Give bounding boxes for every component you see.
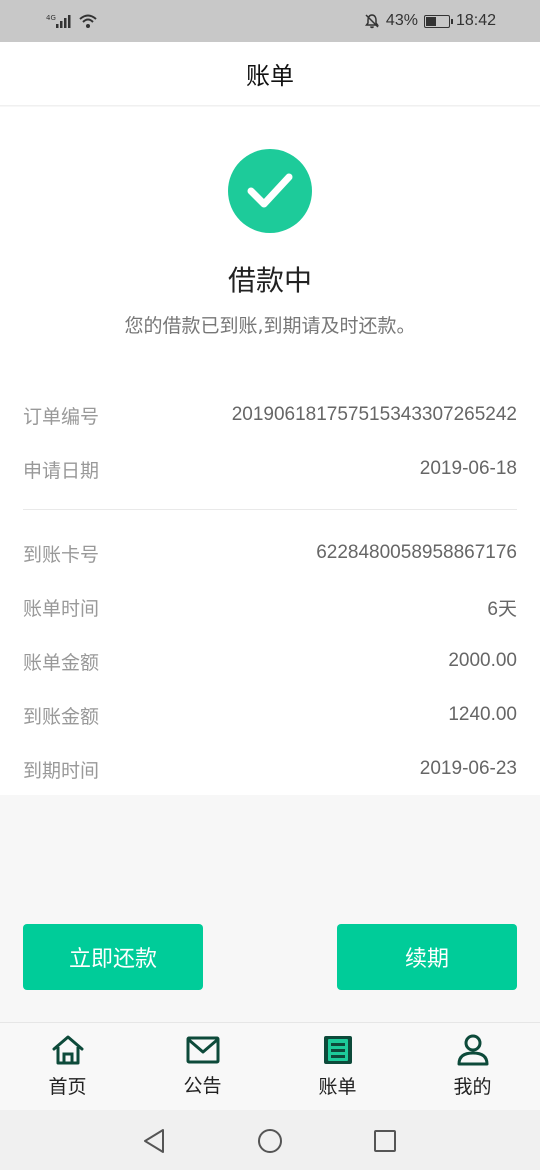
- nav-home-button[interactable]: [257, 1128, 283, 1154]
- received-amount-value: 1240.00: [448, 704, 517, 725]
- bill-amount-row: 账单金额 2000.00: [23, 634, 517, 688]
- status-bar-left: 4G: [46, 13, 98, 29]
- order-number-value: 20190618175751534330726524​2: [231, 404, 517, 425]
- order-number-row: 订单编号 20190618175751534330726524​2: [23, 388, 517, 442]
- apply-date-value: 2019-06-18: [419, 458, 517, 479]
- apply-date-label: 申请日期: [23, 459, 100, 482]
- tab-mine[interactable]: 我的: [405, 1023, 540, 1110]
- battery-level-fill: [425, 16, 437, 26]
- mail-icon: [186, 1036, 219, 1064]
- nav-back-button[interactable]: [141, 1128, 167, 1154]
- bell-muted-icon: [364, 14, 379, 29]
- tab-home[interactable]: 首页: [0, 1023, 135, 1110]
- page-title: 账单: [246, 62, 294, 90]
- order-number-label: 订单编号: [23, 405, 100, 428]
- tab-bill-label: 账单: [318, 1076, 357, 1098]
- svg-text:4G: 4G: [46, 14, 56, 22]
- received-amount-row: 到账金额 1240.00: [23, 688, 517, 742]
- received-amount-label: 到账金额: [23, 705, 100, 728]
- apply-date-row: 申请日期 2019-06-18: [23, 442, 517, 496]
- success-check-icon: [228, 149, 312, 233]
- due-date-row: 到期时间 2019-06-23: [23, 742, 517, 796]
- card-number-row: 到账卡号 6228480058958867176: [23, 526, 517, 580]
- tab-mine-label: 我的: [453, 1076, 492, 1098]
- signal-icon: 4G: [46, 14, 71, 28]
- bill-detail-card: 借款中 您的借款已到账,到期请及时还款。 订单编号 20190618175751…: [0, 107, 540, 795]
- due-date-value: 2019-06-23: [419, 758, 517, 779]
- battery-icon: [423, 14, 453, 28]
- checkmark-icon: [247, 173, 293, 208]
- card-number-value: 6228480058958867176: [316, 542, 517, 563]
- due-date-label: 到期时间: [23, 759, 100, 782]
- tab-notice-label: 公告: [183, 1075, 222, 1097]
- status-bar-right: 43% 18:42: [364, 12, 496, 30]
- user-icon: [457, 1034, 488, 1066]
- bill-amount-label: 账单金额: [23, 651, 100, 674]
- bill-icon: [323, 1036, 352, 1064]
- back-triangle-icon: [144, 1129, 164, 1153]
- wifi-icon: [79, 14, 97, 28]
- header: 账单: [0, 42, 540, 106]
- home-circle-icon: [258, 1129, 282, 1153]
- tab-bill[interactable]: 账单: [270, 1023, 405, 1110]
- repay-now-button[interactable]: 立即还款: [23, 924, 203, 990]
- status-bar: 4G 43% 18:42: [0, 0, 540, 42]
- tab-home-label: 首页: [48, 1076, 87, 1098]
- loan-status-subtitle: 您的借款已到账,到期请及时还款。: [124, 315, 416, 337]
- home-icon: [52, 1035, 83, 1065]
- card-number-label: 到账卡号: [23, 543, 100, 566]
- bill-time-row: 账单时间 6天: [23, 580, 517, 634]
- bill-amount-value: 2000.00: [448, 650, 517, 671]
- tab-notice[interactable]: 公告: [135, 1023, 270, 1110]
- bill-time-value: 6天: [487, 598, 517, 620]
- loan-status-title: 借款中: [227, 264, 312, 297]
- recents-square-icon: [374, 1130, 396, 1152]
- clock: 18:42: [455, 12, 496, 29]
- bill-time-label: 账单时间: [23, 597, 100, 620]
- system-nav-bar: [0, 1110, 540, 1170]
- divider: [23, 509, 517, 510]
- nav-recents-button[interactable]: [372, 1128, 398, 1154]
- renew-button[interactable]: 续期: [337, 924, 517, 990]
- bottom-tab-bar: 首页 公告 账单 我的: [0, 1022, 540, 1110]
- battery-percent: 43%: [385, 12, 418, 29]
